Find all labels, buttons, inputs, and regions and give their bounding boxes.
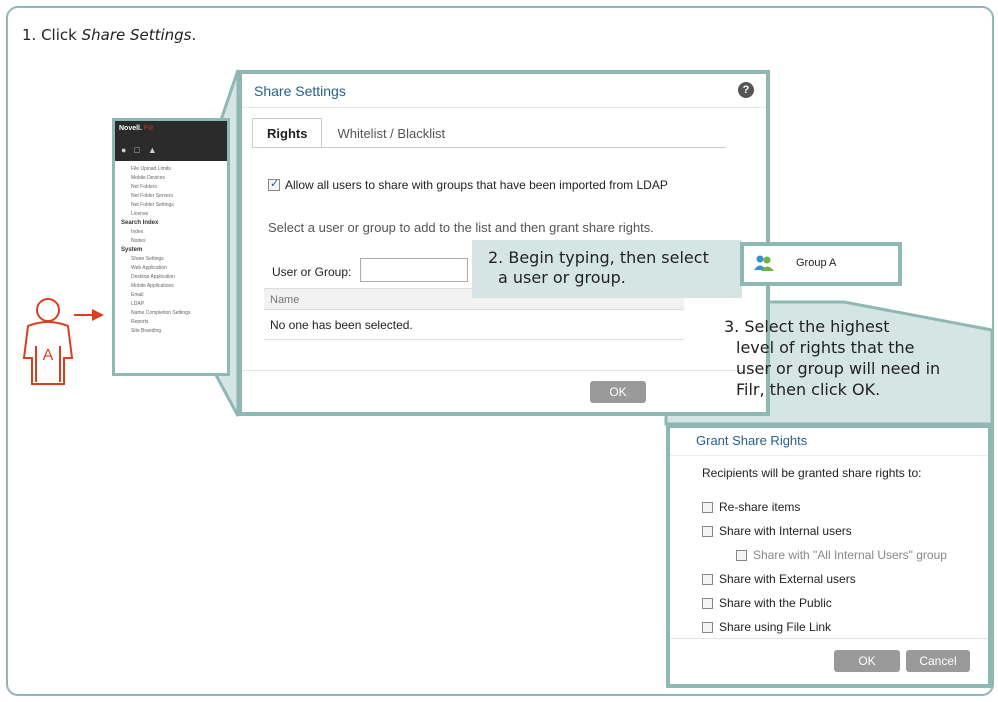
dialog-title: Share Settings: [254, 83, 346, 99]
step-1-target: Share Settings: [81, 26, 192, 44]
instruction-text: Select a user or group to add to the lis…: [268, 220, 654, 235]
grant-dialog-subtitle: Recipients will be granted share rights …: [702, 466, 922, 480]
step-1-instruction: 1. Click Share Settings.: [22, 26, 196, 44]
step-2-line-1: 2. Begin typing, then select: [488, 248, 709, 267]
tab-rights[interactable]: Rights: [252, 118, 323, 148]
step-1-prefix: 1. Click: [22, 26, 82, 44]
grant-dialog-title: Grant Share Rights: [670, 428, 988, 456]
admin-console-header: Novell. Filr ●□▲: [115, 121, 227, 161]
grant-option-label: Share with "All Internal Users" group: [753, 548, 947, 562]
grant-option-row[interactable]: Share with Internal users: [702, 524, 852, 538]
admin-nav-item: Site Branding: [131, 327, 162, 334]
grant-option-row[interactable]: Share using File Link: [702, 620, 831, 634]
admin-nav-item: Net Folder Settings: [131, 201, 174, 208]
grant-cancel-button[interactable]: Cancel: [906, 650, 970, 672]
admin-nav-item: Name Completion Settings: [131, 309, 191, 316]
grant-option-row[interactable]: Share with External users: [702, 572, 856, 586]
admin-nav-item: Nodes: [131, 237, 146, 244]
admin-nav-item: Web Application: [131, 264, 167, 271]
brand-novell: Novell.: [119, 125, 142, 132]
step-2-line-2: a user or group.: [498, 268, 626, 287]
grant-option-checkbox[interactable]: [702, 501, 713, 513]
admin-nav-section-system: System: [121, 246, 143, 253]
column-name: Name: [270, 294, 300, 306]
tab-divider: [252, 147, 726, 148]
arrow-right-icon: [74, 309, 104, 321]
brand-filr: Filr: [143, 125, 154, 132]
group-a-label: Group A: [796, 257, 837, 269]
ok-button[interactable]: OK: [590, 381, 646, 403]
admin-nav-section-search: Search Index: [121, 219, 159, 226]
step-3-line-2: level of rights that the: [736, 338, 915, 357]
grant-option-label: Share with the Public: [719, 596, 832, 610]
admin-nav-item: LDAP: [131, 300, 145, 307]
step-2-callout: 2. Begin typing, then select a user or g…: [472, 240, 742, 298]
grant-option-row[interactable]: Re-share items: [702, 500, 800, 514]
tab-whitelist-blacklist[interactable]: Whitelist / Blacklist: [322, 118, 460, 148]
grant-option-row[interactable]: Share with the Public: [702, 596, 832, 610]
step-3-line-1: 3. Select the highest: [724, 317, 890, 336]
allow-ldap-share-label: Allow all users to share with groups tha…: [285, 178, 668, 192]
grant-ok-button[interactable]: OK: [834, 650, 900, 672]
svg-text:A: A: [43, 347, 54, 364]
grant-option-checkbox[interactable]: [702, 573, 713, 585]
admin-nav-list: File Upload Limits Mobile Devices Net Fold…: [115, 161, 227, 335]
allow-ldap-share-checkbox[interactable]: [268, 177, 280, 191]
user-or-group-label: User or Group:: [272, 265, 352, 279]
grant-option-label: Re-share items: [719, 500, 801, 514]
grant-option-checkbox[interactable]: [702, 621, 713, 633]
allow-ldap-share-option[interactable]: Allow all users to share with groups tha…: [268, 177, 668, 192]
dialog-title-bar: Share Settings ?: [242, 74, 766, 108]
grant-option-checkbox[interactable]: [702, 525, 713, 537]
admin-nav-item: Mobile Applications: [131, 282, 174, 289]
dialog-tabs: Rights Whitelist / Blacklist: [252, 118, 460, 148]
admin-nav-icons: ●□▲: [121, 145, 165, 155]
grant-option-label: Share with External users: [719, 572, 856, 586]
admin-nav-item: Share Settings: [131, 255, 164, 262]
admin-nav-item: Desktop Application: [131, 273, 175, 280]
help-icon[interactable]: ?: [738, 82, 754, 98]
admin-nav-item: Mobile Devices: [131, 174, 165, 181]
admin-nav-item: Net Folder Servers: [131, 192, 173, 199]
admin-nav-item: File Upload Limits: [131, 165, 171, 172]
grant-share-rights-dialog: Grant Share Rights Recipients will be gr…: [666, 424, 992, 688]
step-3-line-3: user or group will need in: [736, 359, 941, 378]
user-a-icon: A: [22, 298, 74, 385]
grant-option-label: Share with Internal users: [719, 524, 852, 538]
admin-nav-item: License: [131, 210, 149, 217]
grant-option-row: Share with "All Internal Users" group: [736, 548, 947, 562]
admin-nav-item: Reports: [131, 318, 149, 325]
grant-option-checkbox: [736, 549, 747, 561]
admin-nav-item: Net Folders: [131, 183, 157, 190]
admin-console-thumbnail: Novell. Filr ●□▲ File Upload Limits Mobil…: [112, 118, 230, 376]
admin-nav-item: Email: [131, 291, 144, 298]
grant-option-checkbox[interactable]: [702, 597, 713, 609]
grant-option-label: Share using File Link: [719, 620, 832, 634]
step-3-callout: 3. Select the highest level of rights th…: [666, 302, 992, 424]
grant-dialog-footer: OK Cancel: [670, 638, 988, 684]
admin-nav-item: Index: [131, 228, 144, 235]
empty-table-message: No one has been selected.: [264, 310, 684, 340]
group-icon: [754, 255, 774, 271]
step-3-line-4: Filr, then click OK.: [736, 380, 881, 399]
step-1-suffix: .: [191, 26, 197, 44]
user-or-group-input[interactable]: [360, 258, 468, 282]
group-suggestion-popup[interactable]: Group A: [740, 242, 902, 286]
